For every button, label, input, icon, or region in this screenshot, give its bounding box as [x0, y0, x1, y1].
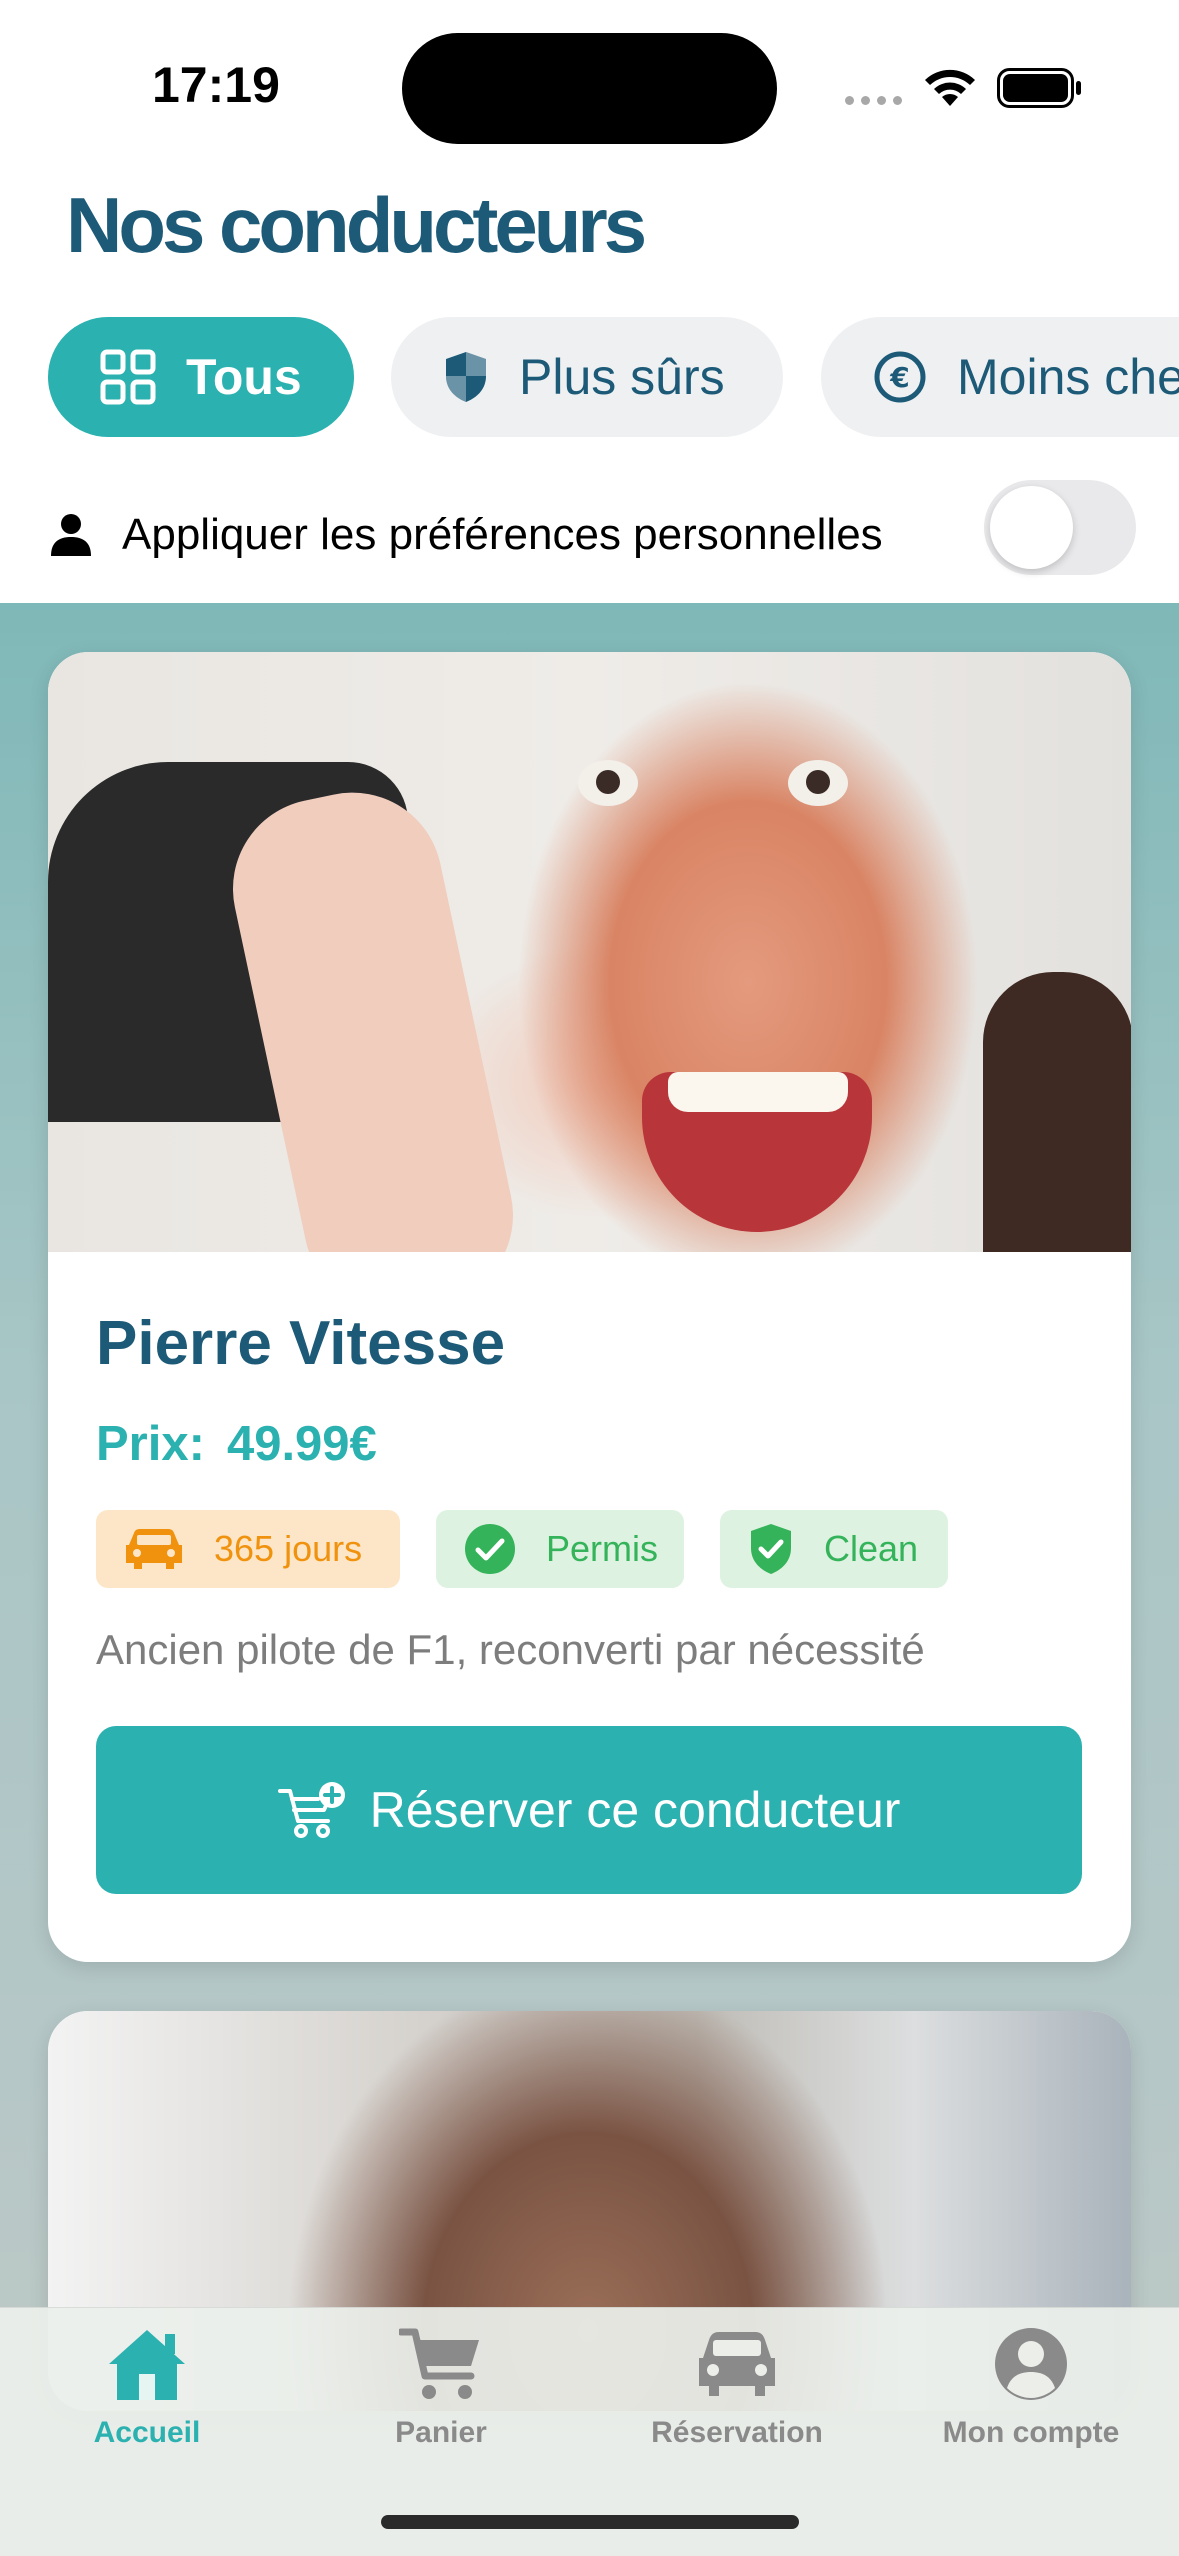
- tab-label: Panier: [395, 2416, 487, 2449]
- book-driver-label: Réserver ce conducteur: [369, 1782, 901, 1838]
- driver-photo: [48, 652, 1131, 1252]
- badge-label: Permis: [546, 1528, 659, 1569]
- status-time: 17:19: [152, 57, 280, 113]
- svg-text:€: €: [889, 361, 909, 394]
- driver-price-row: Prix: 49.99€: [96, 1416, 377, 1472]
- status-bar: 17:19: [0, 0, 1179, 170]
- filter-chip-safest[interactable]: Plus sûrs: [391, 317, 783, 437]
- driver-card: Pierre Vitesse Prix: 49.99€ 365 jours Pe…: [48, 652, 1131, 1962]
- filter-chip-label: Tous: [186, 349, 302, 405]
- cellular-signal-icon: [845, 96, 902, 105]
- filter-chip-label: Moins chers: [957, 349, 1179, 405]
- filter-chip-cheapest[interactable]: € Moins chers: [821, 317, 1179, 437]
- price-label: Prix:: [96, 1417, 205, 1471]
- battery-icon: [997, 68, 1081, 108]
- home-indicator: [381, 2515, 799, 2529]
- page-title: Nos conducteurs: [66, 181, 647, 269]
- shield-check-icon: [751, 1524, 791, 1574]
- tab-label: Réservation: [651, 2416, 823, 2449]
- badge-label: 365 jours: [214, 1528, 363, 1569]
- tab-label: Accueil: [93, 2416, 201, 2449]
- car-icon: [699, 2332, 775, 2396]
- filter-chip-label: Plus sûrs: [519, 349, 725, 405]
- tab-reservation[interactable]: Réservation: [607, 2326, 867, 2486]
- car-icon: [126, 1529, 182, 1569]
- grid-icon: [100, 349, 156, 405]
- euro-icon: €: [874, 351, 926, 403]
- check-circle-icon: [465, 1524, 515, 1574]
- filter-chips: Tous Plus sûrs € Moins chers: [48, 317, 1179, 437]
- preferences-label: Appliquer les préférences personnelles: [122, 510, 883, 559]
- preferences-row: Appliquer les préférences personnelles: [50, 480, 1136, 590]
- driver-description: Ancien pilote de F1, reconverti par néce…: [96, 1626, 925, 1673]
- preferences-toggle[interactable]: [984, 480, 1136, 575]
- toggle-knob: [990, 486, 1073, 569]
- shield-icon: [446, 352, 486, 402]
- book-driver-button[interactable]: Réserver ce conducteur: [96, 1726, 1082, 1894]
- cart-add-icon: [277, 1782, 345, 1838]
- price-value: 49.99€: [226, 1417, 377, 1471]
- experience-badge: 365 jours: [96, 1510, 400, 1588]
- person-icon: [51, 514, 91, 556]
- drivers-feed[interactable]: Pierre Vitesse Prix: 49.99€ 365 jours Pe…: [0, 603, 1179, 2556]
- tab-label: Mon compte: [942, 2416, 1120, 2449]
- clean-badge: Clean: [720, 1510, 948, 1588]
- badge-label: Clean: [824, 1528, 919, 1569]
- tab-cart[interactable]: Panier: [311, 2326, 571, 2486]
- tab-account[interactable]: Mon compte: [901, 2326, 1161, 2486]
- cart-icon: [399, 2328, 479, 2399]
- tab-home[interactable]: Accueil: [17, 2326, 277, 2486]
- account-icon: [995, 2328, 1067, 2400]
- license-badge: Permis: [436, 1510, 684, 1588]
- dynamic-island: [402, 33, 777, 144]
- home-icon: [109, 2330, 185, 2400]
- wifi-icon: [925, 69, 975, 106]
- filter-chip-all[interactable]: Tous: [48, 317, 354, 437]
- driver-name: Pierre Vitesse: [96, 1309, 506, 1378]
